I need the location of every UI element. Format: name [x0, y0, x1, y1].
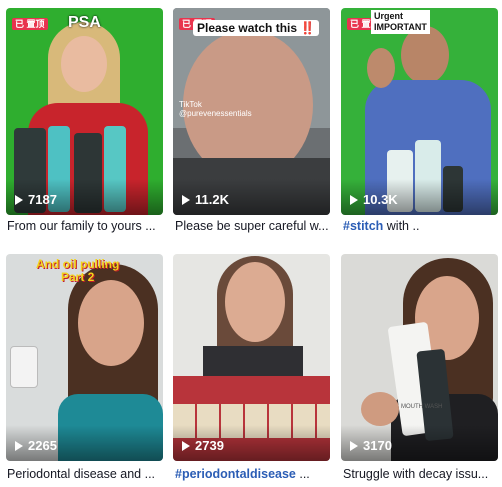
video-tile-2[interactable]: 已 置顶 Please watch this ‼️ TikTok @pureve… [173, 8, 330, 215]
person-shirt [203, 346, 303, 376]
video-tile-3[interactable]: 已 置顶 Urgent IMPORTANT 10.3K [341, 8, 498, 215]
view-count: 11.2K [182, 192, 229, 207]
play-icon [15, 440, 23, 451]
video-caption-3[interactable]: #stitch with .. [343, 219, 500, 233]
play-icon [182, 194, 190, 205]
pinned-badge: 已 置顶 [12, 14, 48, 32]
view-count: 3170 [350, 438, 392, 453]
bottle-label: MOUTH WASH [401, 404, 443, 410]
overlay-text: And oil pulling Part 2 [36, 257, 120, 284]
video-tile-4[interactable]: And oil pulling Part 2 2265 [6, 254, 163, 461]
video-caption-6[interactable]: Struggle with decay issu... [343, 467, 500, 481]
person-face [61, 36, 107, 92]
video-tile-5[interactable]: 2739 [173, 254, 330, 461]
play-icon [350, 440, 358, 451]
play-icon [350, 194, 358, 205]
equipment [10, 346, 38, 388]
play-icon [182, 440, 190, 451]
overlay-text: Please watch this ‼️ [193, 20, 320, 36]
raised-hand [367, 48, 395, 88]
person-face [401, 26, 449, 84]
video-caption-1[interactable]: From our family to yours ... [7, 219, 164, 233]
video-tile-6[interactable]: MOUTH WASH 3170 [341, 254, 498, 461]
view-count: 2265 [15, 438, 57, 453]
hashtag-link[interactable]: #stitch [343, 219, 383, 233]
video-caption-5[interactable]: #periodontaldisease ... [175, 467, 332, 481]
view-count: 10.3K [350, 192, 398, 207]
hashtag-link[interactable]: #periodontaldisease [175, 467, 296, 481]
tiktok-watermark: TikTok @purevenessentials [179, 100, 252, 118]
hand [361, 392, 399, 426]
person-face [225, 262, 285, 342]
overlay-text: PSA [68, 14, 101, 31]
view-count: 2739 [182, 438, 224, 453]
play-icon [15, 194, 23, 205]
view-count: 7187 [15, 192, 57, 207]
video-caption-2[interactable]: Please be super careful w... [175, 219, 332, 233]
video-caption-4[interactable]: Periodontal disease and ... [7, 467, 164, 481]
overlay-text: Urgent IMPORTANT [371, 10, 430, 34]
video-tile-1[interactable]: 已 置顶 PSA 7187 [6, 8, 163, 215]
person-face [78, 280, 144, 366]
